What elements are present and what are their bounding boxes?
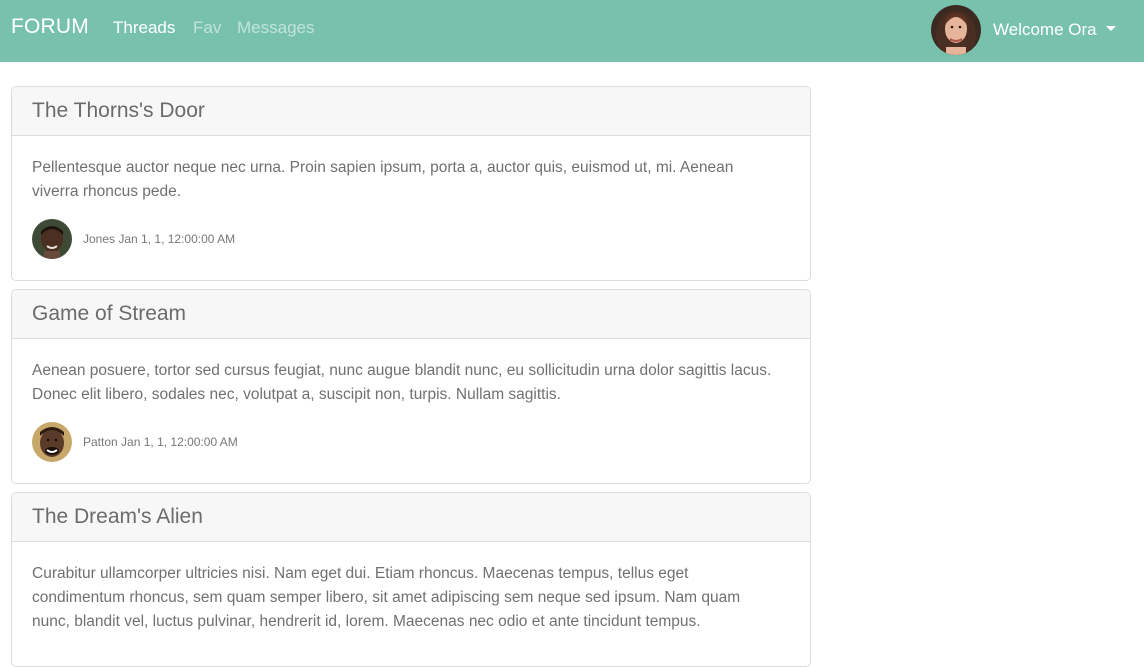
thread-body: Aenean posuere, tortor sed cursus feugia… (12, 339, 810, 462)
user-menu-dropdown[interactable]: Welcome Ora (931, 4, 1116, 56)
thread-title[interactable]: Game of Stream (12, 290, 810, 339)
thread-card: The Thorns's Door Pellentesque auctor ne… (11, 86, 811, 281)
author-avatar[interactable] (32, 422, 72, 462)
thread-card: Game of Stream Aenean posuere, tortor se… (11, 289, 811, 484)
thread-body: Curabitur ullamcorper ultricies nisi. Na… (12, 542, 810, 634)
thread-author-date: Patton Jan 1, 1, 12:00:00 AM (83, 435, 238, 449)
thread-text: Pellentesque auctor neque nec urna. Proi… (32, 159, 734, 200)
thread-body: Pellentesque auctor neque nec urna. Proi… (12, 136, 810, 259)
caret-down-icon (1105, 25, 1116, 31)
welcome-label: Welcome Ora (993, 20, 1097, 39)
thread-author-date: Jones Jan 1, 1, 12:00:00 AM (83, 232, 235, 246)
nav-threads-link[interactable]: Threads (113, 18, 175, 38)
thread-date: Jan 1, 1, 12:00:00 AM (118, 232, 236, 246)
thread-text: Aenean posuere, tortor sed cursus feugia… (32, 362, 772, 403)
nav-messages-link[interactable]: Messages (237, 18, 314, 38)
top-navbar: FORUM Threads Fav Messages Welcome Ora (0, 0, 1144, 62)
brand-logo-link[interactable]: FORUM (11, 15, 89, 39)
thread-meta: Jones Jan 1, 1, 12:00:00 AM (32, 219, 790, 259)
thread-author[interactable]: Jones (83, 232, 115, 246)
thread-card: The Dream's Alien Curabitur ullamcorper … (11, 492, 811, 667)
user-avatar (931, 5, 981, 55)
thread-title[interactable]: The Dream's Alien (12, 493, 810, 542)
thread-meta: Patton Jan 1, 1, 12:00:00 AM (32, 422, 790, 462)
thread-date: Jan 1, 1, 12:00:00 AM (121, 435, 238, 449)
thread-title[interactable]: The Thorns's Door (12, 87, 810, 136)
nav-fav-link[interactable]: Fav (193, 18, 221, 38)
thread-author[interactable]: Patton (83, 435, 118, 449)
thread-text: Curabitur ullamcorper ultricies nisi. Na… (32, 565, 741, 630)
author-avatar[interactable] (32, 219, 72, 259)
